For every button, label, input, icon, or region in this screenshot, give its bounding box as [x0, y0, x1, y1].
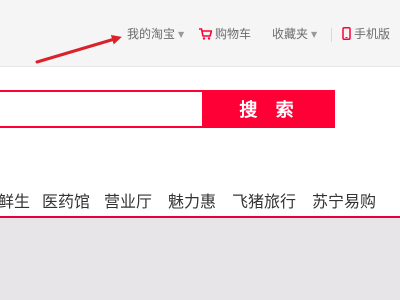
- nav-item-xiansheng[interactable]: 鲜生: [0, 188, 30, 212]
- search-button-label: 搜 索: [239, 100, 300, 121]
- favorites-label: 收藏夹: [272, 27, 309, 41]
- search-button[interactable]: 搜 索: [204, 90, 335, 128]
- favorites-link[interactable]: 收藏夹 ▼: [272, 25, 317, 42]
- nav-item-fliggy[interactable]: 飞猪旅行: [232, 188, 296, 212]
- shopping-cart-icon: [199, 27, 212, 40]
- cart-link[interactable]: 购物车: [199, 25, 251, 42]
- category-nav: 鲜生 医药馆 营业厅 魅力惠 飞猪旅行 苏宁易购: [0, 188, 400, 212]
- my-taobao-link[interactable]: 我的淘宝 ▼: [127, 25, 184, 42]
- mobile-label: 手机版: [354, 27, 391, 41]
- mobile-phone-icon: [342, 27, 351, 40]
- nav-item-pharmacy[interactable]: 医药馆: [42, 188, 90, 212]
- nav-item-meilihui[interactable]: 魅力惠: [168, 188, 216, 212]
- chevron-down-icon: ▼: [178, 30, 185, 39]
- cart-label: 购物车: [215, 27, 252, 41]
- top-links: 我的淘宝 ▼ 购物车 收藏夹 ▼ 手机版: [0, 25, 400, 45]
- search-input[interactable]: [0, 92, 202, 126]
- content-area: [0, 218, 400, 300]
- mobile-link[interactable]: 手机版: [342, 25, 390, 42]
- chevron-down-icon: ▼: [311, 30, 318, 39]
- search-bar: 搜 索: [0, 90, 335, 128]
- nav-item-business-hall[interactable]: 营业厅: [104, 188, 152, 212]
- search-input-box: [0, 90, 204, 128]
- divider: [331, 28, 332, 42]
- my-taobao-label: 我的淘宝: [127, 27, 176, 41]
- top-bar: 我的淘宝 ▼ 购物车 收藏夹 ▼ 手机版: [0, 0, 400, 67]
- nav-item-suning[interactable]: 苏宁易购: [312, 188, 376, 212]
